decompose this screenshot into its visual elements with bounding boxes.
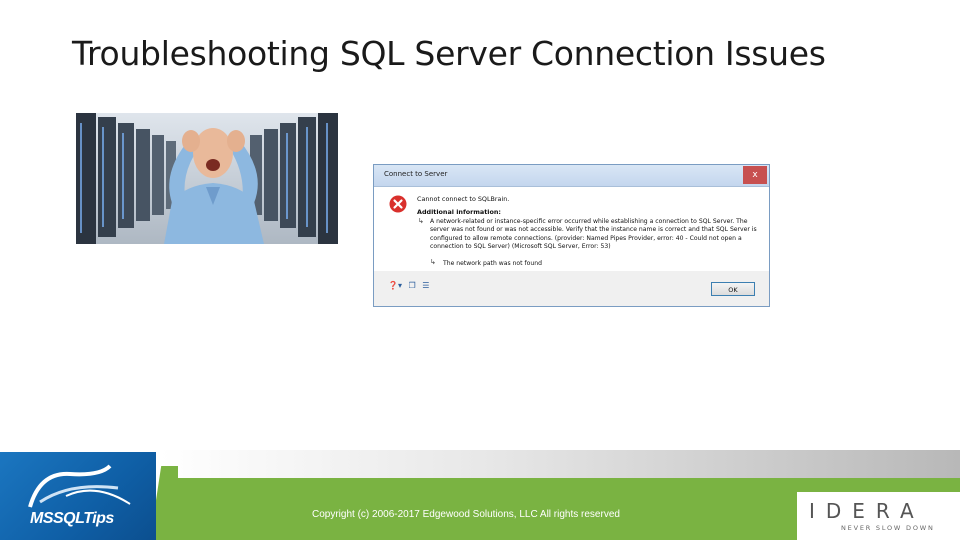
copy-icon[interactable]: ❐ bbox=[409, 281, 416, 290]
close-button[interactable]: x bbox=[743, 166, 767, 184]
error-detail: A network-related or instance-specific e… bbox=[430, 218, 757, 250]
additional-info-heading: Additional information: bbox=[417, 208, 501, 216]
ok-button[interactable]: OK bbox=[711, 282, 755, 296]
arrow-icon: ↳ bbox=[418, 217, 424, 225]
dialog-title: Connect to Server bbox=[384, 170, 448, 178]
error-heading: Cannot connect to SQLBrain. bbox=[417, 195, 510, 203]
details-icon[interactable]: ☰ bbox=[422, 281, 429, 290]
dialog-titlebar[interactable]: Connect to Server x bbox=[374, 165, 769, 187]
connect-to-server-dialog: Connect to Server x Cannot connect to SQ… bbox=[373, 164, 770, 307]
arrow-icon: ↳ bbox=[430, 258, 436, 266]
footer-gray-band bbox=[160, 450, 960, 478]
idera-tagline: NEVER SLOW DOWN bbox=[841, 524, 935, 532]
server-room-photo bbox=[76, 113, 338, 244]
inner-error: The network path was not found bbox=[443, 260, 542, 267]
help-icon[interactable]: ❓▾ bbox=[388, 281, 402, 290]
idera-logo: IDERA NEVER SLOW DOWN bbox=[797, 492, 960, 540]
mssqltips-logo-text: MSSQLTips bbox=[30, 510, 114, 527]
slide-footer: MSSQLTips Copyright (c) 2006-2017 Edgewo… bbox=[0, 450, 960, 540]
idera-logo-text: IDERA bbox=[809, 499, 925, 523]
dialog-toolbar: ❓▾ ❐ ☰ bbox=[388, 281, 433, 290]
copyright-text: Copyright (c) 2006-2017 Edgewood Solutio… bbox=[312, 509, 620, 520]
error-icon bbox=[389, 195, 407, 213]
mssqltips-logo: MSSQLTips bbox=[0, 452, 156, 540]
slide-title: Troubleshooting SQL Server Connection Is… bbox=[72, 34, 826, 73]
dialog-body: Cannot connect to SQLBrain. Additional i… bbox=[374, 187, 769, 271]
